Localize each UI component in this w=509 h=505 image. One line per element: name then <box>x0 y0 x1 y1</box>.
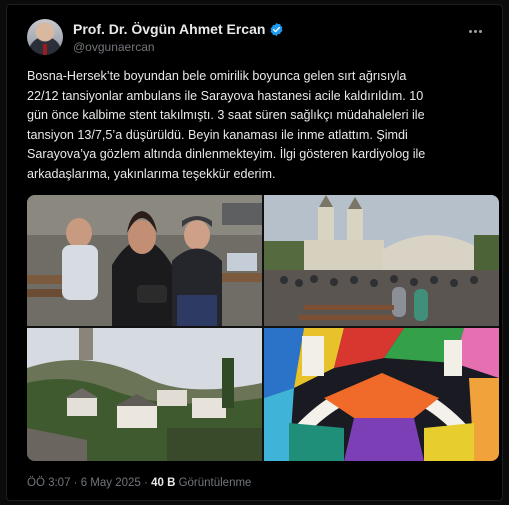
church-illustration <box>264 195 499 326</box>
women-praying-illustration <box>27 195 262 326</box>
bridge-painting-illustration <box>264 328 499 461</box>
post-time[interactable]: ÖÖ 3:07 <box>27 477 70 489</box>
post-image-3[interactable] <box>27 328 262 461</box>
post-date[interactable]: 6 May 2025 <box>81 477 141 489</box>
avatar[interactable] <box>27 19 63 55</box>
post-image-4[interactable] <box>264 328 499 461</box>
media-grid <box>27 195 499 461</box>
meta-separator: · <box>144 477 148 489</box>
tweet-header: Prof. Dr. Övgün Ahmet Ercan @ovgunaercan <box>27 19 490 59</box>
post-text: Bosna-Hersek’te boyundan bele omirilik b… <box>27 69 426 181</box>
more-options-icon[interactable] <box>464 23 486 39</box>
author-name-row: Prof. Dr. Övgün Ahmet Ercan <box>73 21 284 37</box>
meta-separator: · <box>73 477 78 489</box>
author-name[interactable]: Prof. Dr. Övgün Ahmet Ercan <box>73 21 265 37</box>
post-image-2[interactable] <box>264 195 499 326</box>
views-label: Görüntülenme <box>178 477 252 489</box>
views-count: 40 B <box>151 477 176 489</box>
hillside-town-illustration <box>27 328 262 461</box>
author-handle[interactable]: @ovgunaercan <box>73 40 155 54</box>
post-meta: ÖÖ 3:07 · 6 May 2025 · 40 B Görüntülenme <box>27 477 251 489</box>
tweet-card: Prof. Dr. Övgün Ahmet Ercan @ovgunaercan… <box>6 4 503 501</box>
post-image-1[interactable] <box>27 195 262 326</box>
verified-badge-icon <box>270 22 283 36</box>
